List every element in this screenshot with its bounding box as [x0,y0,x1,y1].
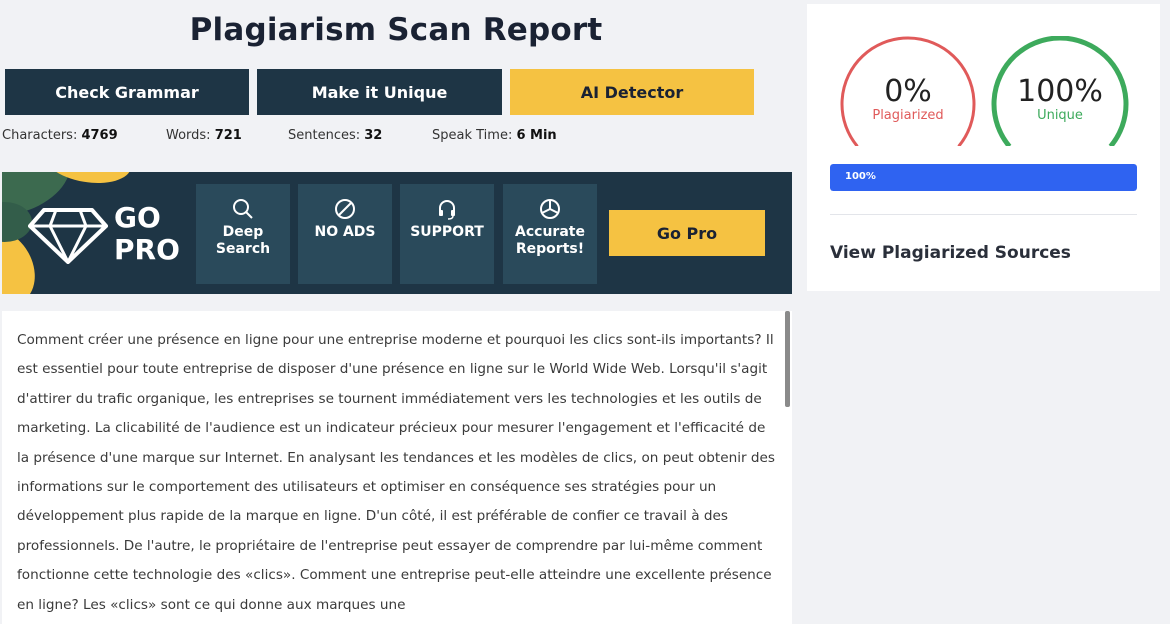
diamond-icon [28,208,108,264]
headset-icon [439,200,455,220]
plagiarized-label: Plagiarized [872,108,944,123]
unique-gauge: 100% Unique [989,36,1131,146]
progress-label: 100% [845,171,876,182]
search-icon [233,199,253,219]
view-plagiarized-sources-link[interactable]: View Plagiarized Sources [830,243,1071,263]
go-pro-button[interactable]: Go Pro [609,210,765,256]
plagiarized-gauge: 0% Plagiarized [837,36,979,146]
report-main: Plagiarism Scan Report Check Grammar Mak… [0,0,792,624]
uniqueness-progress-bar: 100% [830,164,1137,191]
go-pro-title: GO PRO [114,201,180,266]
check-grammar-button[interactable]: Check Grammar [5,69,249,115]
scanned-text: Comment créer une présence en ligne pour… [17,332,775,613]
stat-speak-time: Speak Time: 6 Min [432,128,557,143]
feature-accurate-reports: Accurate Reports! [503,184,597,284]
unique-label: Unique [1037,108,1083,123]
stat-sentences: Sentences: 32 [288,128,383,143]
results-panel: 0% Plagiarized 100% Unique 100% View Pla… [807,4,1160,291]
go-pro-banner: GO PRO Deep Search NO ADS SUPPORT Accura… [2,172,792,294]
no-ads-icon [335,199,355,219]
scrollbar[interactable] [785,311,790,407]
ai-detector-button[interactable]: AI Detector [510,69,754,115]
feature-support: SUPPORT [400,184,494,284]
feature-no-ads: NO ADS [298,184,392,284]
divider [830,214,1137,215]
progress-fill [830,164,1137,191]
unique-percent: 100% [1017,74,1103,109]
stat-characters: Characters: 4769 [2,128,118,143]
stat-words: Words: 721 [166,128,242,143]
page-title: Plagiarism Scan Report [189,12,603,48]
pie-chart-icon [540,199,560,219]
plagiarized-percent: 0% [884,74,932,109]
make-unique-button[interactable]: Make it Unique [257,69,502,115]
text-stats: Characters: 4769 Words: 721 Sentences: 3… [0,128,792,148]
scanned-text-panel[interactable]: Comment créer une présence en ligne pour… [2,311,792,624]
feature-deep-search: Deep Search [196,184,290,284]
